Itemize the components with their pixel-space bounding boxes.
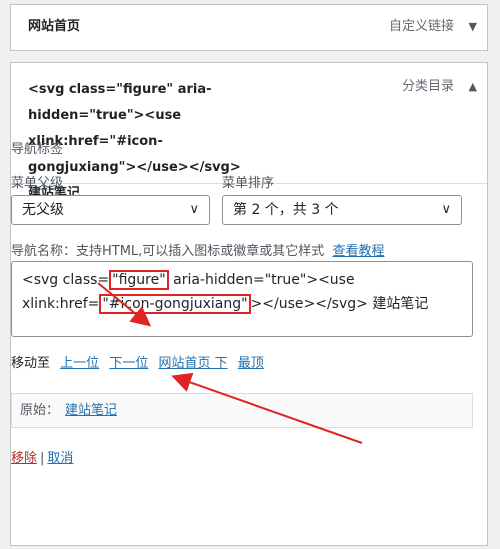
order-select[interactable]: 第 2 个，共 3 个 ∨ bbox=[222, 195, 462, 225]
nav-name-textarea[interactable]: <svg class= "figure" aria-hidden="true"><… bbox=[11, 261, 473, 337]
textarea-text: <svg class= bbox=[22, 272, 110, 288]
move-row: 移动至 上一位 下一位 网站首页 下 最顶 bbox=[11, 352, 264, 371]
separator: | bbox=[40, 451, 45, 466]
highlight-figure-class: "figure" bbox=[109, 270, 169, 290]
original-link[interactable]: 建站笔记 bbox=[65, 403, 117, 418]
move-down-link[interactable]: 下一位 bbox=[109, 356, 148, 371]
order-select-value: 第 2 个，共 3 个 bbox=[233, 202, 339, 218]
move-label: 移动至 bbox=[11, 356, 51, 371]
order-label: 菜单排序 bbox=[222, 176, 275, 191]
highlight-icon-href: "#icon-gongjuxiang" bbox=[99, 294, 251, 314]
tutorial-link[interactable]: 查看教程 bbox=[332, 244, 384, 259]
cancel-link[interactable]: 取消 bbox=[47, 451, 73, 466]
expand-arrow-icon[interactable]: ▼ bbox=[469, 15, 477, 39]
menu-item-title: 网站首页 bbox=[28, 19, 81, 34]
menu-item-home: 网站首页 自定义链接 ▼ bbox=[10, 4, 488, 51]
parent-select-value: 无父级 bbox=[22, 202, 64, 218]
move-up-link[interactable]: 上一位 bbox=[60, 356, 99, 371]
original-box: 原始： 建站笔记 bbox=[11, 393, 473, 428]
chevron-down-icon: ∨ bbox=[189, 202, 199, 217]
move-top-link[interactable]: 最顶 bbox=[238, 356, 264, 371]
nav-name-label: 导航名称：支持HTML,可以插入图标或徽章或其它样式 bbox=[11, 244, 325, 259]
move-under-home-link[interactable]: 网站首页 下 bbox=[158, 356, 227, 371]
menu-item-type: 分类目录 bbox=[401, 79, 454, 94]
original-label: 原始： bbox=[20, 403, 60, 418]
chevron-down-icon: ∨ bbox=[441, 202, 451, 217]
remove-link[interactable]: 移除 bbox=[11, 451, 37, 466]
textarea-text: ></use></svg> 建站笔记 bbox=[250, 296, 429, 312]
item-actions: 移除 | 取消 bbox=[11, 447, 73, 466]
nav-tag-label: 导航标签 bbox=[11, 142, 64, 157]
parent-select[interactable]: 无父级 ∨ bbox=[11, 195, 210, 225]
parent-label: 菜单父级 bbox=[11, 176, 64, 191]
collapse-arrow-icon[interactable]: ▲ bbox=[469, 75, 477, 99]
nav-name-label-row: 导航名称：支持HTML,可以插入图标或徽章或其它样式 查看教程 bbox=[11, 240, 384, 259]
menu-item-type: 自定义链接 bbox=[388, 19, 454, 34]
